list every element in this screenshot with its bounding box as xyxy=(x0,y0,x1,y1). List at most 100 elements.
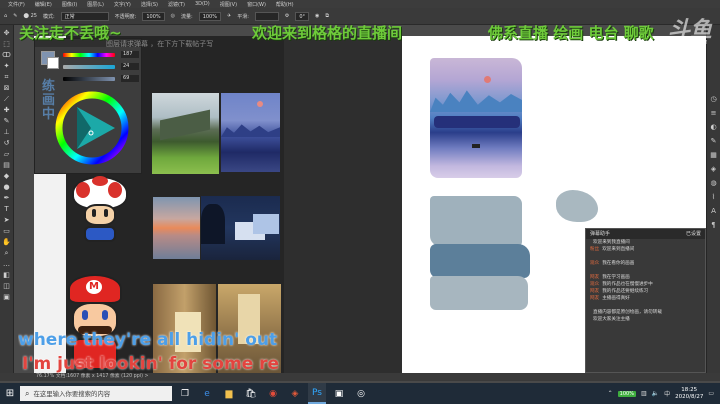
app-icon-red[interactable]: ◈ xyxy=(286,383,304,404)
brush-icon[interactable]: ✎ xyxy=(13,13,17,19)
smooth-field[interactable] xyxy=(254,11,279,21)
photoshop-taskbar-icon[interactable]: Ps xyxy=(308,383,326,404)
brush-tool-icon[interactable]: ✎ xyxy=(2,117,12,126)
mode-select[interactable]: 正常 xyxy=(60,11,109,21)
history-brush-icon[interactable]: ↺ xyxy=(2,139,12,148)
menu-bar: 文件(F) 编辑(E) 图像(I) 图层(L) 文字(Y) 选择(S) 滤镜(T) 3D(D)… xyxy=(0,0,720,8)
crop-tool-icon[interactable]: ⌗ xyxy=(2,73,12,82)
chat-username: 粉丝 xyxy=(590,247,600,252)
battery-indicator[interactable]: 100% xyxy=(617,390,636,397)
brightness-slider[interactable] xyxy=(63,77,115,81)
angle-field[interactable]: 0° xyxy=(295,11,310,21)
chat-text: 欢迎大家关注主播 xyxy=(593,317,630,322)
stamp-tool-icon[interactable]: ⊥ xyxy=(2,128,12,137)
marquee-tool-icon[interactable]: ⬚ xyxy=(2,40,12,49)
menu-item[interactable]: 视图(V) xyxy=(220,1,237,8)
swatches-panel-icon[interactable]: ▦ xyxy=(709,151,718,160)
symmetry-icon[interactable]: ⧉ xyxy=(325,13,329,19)
volume-icon[interactable]: 🔈 xyxy=(652,390,659,397)
screen-mode-icon[interactable]: ▣ xyxy=(2,293,12,302)
saturation-slider[interactable] xyxy=(63,65,115,69)
stream-topics-banner: 佛系直播 绘画 电台 聊歌 xyxy=(488,24,654,42)
file-explorer-icon[interactable]: ▆ xyxy=(220,383,238,404)
hue-value[interactable]: 187 xyxy=(121,51,139,58)
character-panel-icon[interactable]: A xyxy=(709,207,718,216)
saturation-value[interactable]: 24 xyxy=(121,63,139,70)
hue-slider[interactable] xyxy=(63,53,115,57)
brush-settings-icon[interactable]: ✎ xyxy=(709,137,718,146)
menu-item[interactable]: 窗口(W) xyxy=(247,1,266,8)
network-icon[interactable]: ▥ xyxy=(641,390,647,397)
frame-tool-icon[interactable]: ⊠ xyxy=(2,84,12,93)
background-color-swatch[interactable] xyxy=(47,57,59,69)
pressure-size-icon[interactable]: ◉ xyxy=(315,13,319,19)
menu-item[interactable]: 图层(L) xyxy=(87,1,104,8)
windows-start-icon[interactable]: ⊞ xyxy=(0,383,20,404)
chat-panel: 弹幕助手 已设置 欢迎来到我直播间 粉丝 欢迎来到直播间 观众 我在看你的画画 网友 我在学… xyxy=(585,228,706,373)
ime-indicator[interactable]: 中 xyxy=(664,389,670,398)
flow-label: 流量: xyxy=(181,13,193,20)
type-tool-icon[interactable]: T xyxy=(2,205,12,214)
chat-text: 欢迎来到直播间 xyxy=(602,247,635,252)
taskbar-search-box[interactable]: ⌕ 在这里输入你要搜索的内容 xyxy=(20,386,172,401)
lasso-tool-icon[interactable]: ↀ xyxy=(2,51,12,60)
more-tools-icon[interactable]: … xyxy=(2,260,12,269)
dark-blue-swatch xyxy=(430,244,530,278)
menu-item[interactable]: 编辑(E) xyxy=(35,1,52,8)
history-panel-icon[interactable]: ◷ xyxy=(709,95,718,104)
chrome-icon[interactable]: ◉ xyxy=(264,383,282,404)
hand-tool-icon[interactable]: ✋ xyxy=(2,238,12,247)
faint-overlay-text: 图层请求弹幕 ，在下方下载帖子写 xyxy=(106,40,214,48)
menu-item[interactable]: 3D(D) xyxy=(195,1,210,7)
task-view-icon[interactable]: ❐ xyxy=(176,383,194,404)
pressure-opacity-icon[interactable]: ◎ xyxy=(171,13,175,19)
shape-tool-icon[interactable]: ▭ xyxy=(2,227,12,236)
pen-tool-icon[interactable]: ✒ xyxy=(2,194,12,203)
channels-panel-icon[interactable]: ◍ xyxy=(709,179,718,188)
menu-item[interactable]: 滤镜(T) xyxy=(168,1,185,8)
zoom-tool-icon[interactable]: ⌕ xyxy=(2,249,12,258)
gear-icon[interactable]: ⚙ xyxy=(285,13,289,19)
notification-icon[interactable]: ▭ xyxy=(708,390,714,397)
home-icon[interactable]: ⌂ xyxy=(4,13,7,19)
eraser-tool-icon[interactable]: ▱ xyxy=(2,150,12,159)
properties-panel-icon[interactable]: ≡ xyxy=(709,109,718,118)
color-wheel[interactable] xyxy=(55,91,129,165)
brightness-value[interactable]: 69 xyxy=(121,75,139,82)
gradient-tool-icon[interactable]: ▤ xyxy=(2,161,12,170)
edge-browser-icon[interactable]: e xyxy=(198,383,216,404)
move-tool-icon[interactable]: ✥ xyxy=(2,29,12,38)
menu-item[interactable]: 帮助(H) xyxy=(276,1,294,8)
paths-panel-icon[interactable]: ⌇ xyxy=(709,193,718,202)
app-icon-media[interactable]: ▣ xyxy=(330,383,348,404)
blur-tool-icon[interactable]: ◆ xyxy=(2,172,12,181)
opacity-field[interactable]: 100% xyxy=(142,11,165,21)
path-select-tool-icon[interactable]: ➤ xyxy=(2,216,12,225)
chat-message: 欢迎大家关注主播 xyxy=(586,316,705,323)
layers-panel-icon[interactable]: ◈ xyxy=(709,165,718,174)
panel-dock: ◷ ≡ ◐ ✎ ▦ ◈ ◍ ⌇ A ¶ xyxy=(706,25,720,380)
brush-size-field[interactable]: ⬤ 25 xyxy=(23,13,37,19)
store-icon[interactable]: 🛍 xyxy=(242,383,260,404)
menu-item[interactable]: 文件(F) xyxy=(8,1,25,8)
tray-chevron-icon[interactable]: ⌃ xyxy=(608,390,613,397)
screen: 文件(F) 编辑(E) 图像(I) 图层(L) 文字(Y) 选择(S) 滤镜(T) 3D(D)… xyxy=(0,0,720,404)
menu-item[interactable]: 文字(Y) xyxy=(114,1,131,8)
adjustments-panel-icon[interactable]: ◐ xyxy=(709,123,718,132)
flow-field[interactable]: 100% xyxy=(198,11,221,21)
chat-message: 观众 我在看你的画画 xyxy=(586,260,705,267)
healing-tool-icon[interactable]: ✚ xyxy=(2,106,12,115)
eyedropper-tool-icon[interactable]: ⟋ xyxy=(2,95,12,104)
foreground-color-icon[interactable]: ◧ xyxy=(2,271,12,280)
quick-mask-icon[interactable]: ◫ xyxy=(2,282,12,291)
menu-item[interactable]: 选择(S) xyxy=(141,1,158,8)
taskbar-clock[interactable]: 18:25 2020/8/27 xyxy=(675,387,703,401)
menu-item[interactable]: 图像(I) xyxy=(62,1,77,8)
chat-message: 网友 我的作品还要继续练习 xyxy=(586,288,705,295)
airbrush-icon[interactable]: ✈ xyxy=(227,13,231,19)
mode-label: 模式: xyxy=(42,13,55,20)
magic-wand-tool-icon[interactable]: ✦ xyxy=(2,62,12,71)
paragraph-panel-icon[interactable]: ¶ xyxy=(709,221,718,230)
dodge-tool-icon[interactable]: ● xyxy=(2,183,12,192)
app-icon-stream[interactable]: ◎ xyxy=(352,383,370,404)
